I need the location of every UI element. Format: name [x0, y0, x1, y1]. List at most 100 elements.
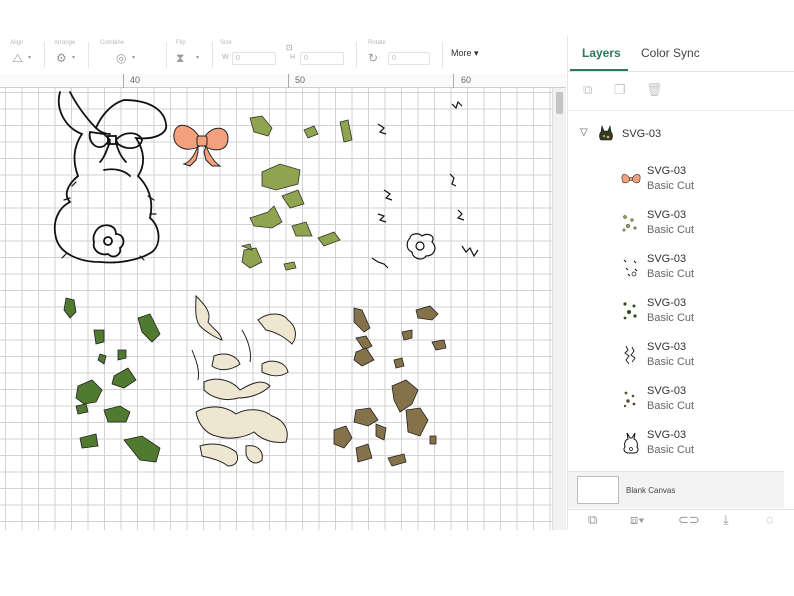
rotate-input[interactable]: 0 — [388, 52, 430, 65]
toolbar-divider — [166, 42, 167, 68]
layer-item[interactable]: SVG-03 Basic Cut — [568, 424, 794, 464]
canvas-grid[interactable] — [0, 88, 552, 530]
combine-icon: ◎ — [116, 51, 127, 65]
duplicate-icon[interactable]: ❐ — [614, 82, 626, 98]
toolbar-divider — [356, 42, 357, 68]
toolbar-divider — [212, 42, 213, 68]
scrollbar-thumb[interactable] — [556, 92, 563, 114]
flip-icon: ⧗ — [176, 51, 185, 65]
rotate-icon: ↻ — [368, 51, 379, 65]
layer-operation: Basic Cut — [647, 400, 695, 412]
toolbar-divider — [44, 42, 45, 68]
attach-icon[interactable]: ⊂⊃ — [678, 512, 700, 528]
blank-canvas-row[interactable]: Blank Canvas — [568, 471, 784, 508]
lock-icon[interactable]: ⊡ — [286, 42, 293, 54]
layer-name: SVG-03 — [647, 385, 687, 397]
layer-operation: Basic Cut — [647, 268, 695, 280]
blank-canvas-label: Blank Canvas — [626, 486, 676, 495]
canvas-artwork — [53, 91, 479, 467]
layer-item[interactable]: SVG-03 Basic Cut — [568, 160, 794, 200]
layer-group-svg-03[interactable]: ▽ SVG-03 — [568, 121, 794, 147]
ruler-tick — [453, 74, 454, 88]
green-spots-thumbnail — [622, 215, 637, 232]
brown-spots-thumbnail — [623, 391, 636, 408]
layer-name: SVG-03 — [647, 165, 687, 177]
group-name: SVG-03 — [622, 128, 662, 140]
crackle-layer[interactable] — [191, 294, 296, 467]
layer-item[interactable]: SVG-03 Basic Cut — [568, 292, 794, 332]
slice-icon[interactable]: ⧉ — [588, 512, 597, 528]
bow-layer[interactable] — [173, 124, 229, 167]
bunny-outline-thumbnail — [623, 432, 639, 454]
height-letter: H — [290, 54, 296, 61]
layer-operation: Basic Cut — [647, 180, 695, 192]
delete-icon[interactable]: 🗑 — [646, 82, 663, 98]
layers-panel: Layers Color Sync ⧉ ❐ 🗑 ▽ SVG-03 SVG-03 … — [567, 36, 794, 530]
tab-color-sync[interactable]: Color Sync — [641, 46, 700, 60]
horizontal-ruler: 40 50 60 — [0, 74, 566, 88]
width-letter: W — [222, 54, 229, 61]
layer-actions-bar: ⧉ ⧈▾ ⊂⊃ ⤓ ◌ — [568, 509, 794, 530]
layer-name: SVG-03 — [647, 429, 687, 441]
rotate-tool: Rotate ↻ 0 — [368, 36, 434, 74]
rotate-label: Rotate — [368, 40, 386, 46]
combine-label: Combine — [100, 40, 125, 46]
brown-spots-layer[interactable] — [333, 305, 447, 467]
layer-name: SVG-03 — [647, 297, 687, 309]
green-spots-layer[interactable] — [240, 115, 353, 271]
layer-item[interactable]: SVG-03 Basic Cut — [568, 248, 794, 288]
design-space: Align ⧍ ▾ Arrange ⚙ ▾ Combine ◎ ▾ Flip ⧗… — [0, 0, 794, 596]
align-tool[interactable]: Align ⧍ ▾ — [10, 36, 40, 74]
layer-name: SVG-03 — [647, 253, 687, 265]
chevron-down-icon: ▾ — [72, 55, 76, 61]
dark-spots-thumbnail — [623, 302, 637, 320]
flatten-icon[interactable]: ⤓ — [723, 512, 729, 528]
black-marks-layer[interactable] — [371, 100, 479, 269]
bow-thumbnail — [621, 173, 641, 184]
blank-canvas-swatch — [577, 476, 619, 504]
chevron-down-icon: ▾ — [196, 55, 200, 61]
panel-divider — [568, 110, 794, 111]
height-input[interactable]: 0 — [300, 52, 344, 65]
layer-operation: Basic Cut — [647, 356, 695, 368]
group-thumbnail — [599, 125, 613, 141]
toolbar-divider — [88, 42, 89, 68]
contour-icon[interactable]: ◌ — [766, 512, 774, 527]
dark-green-spots-layer[interactable] — [63, 297, 161, 463]
combine-icon[interactable]: ⧈▾ — [630, 512, 645, 528]
edit-toolbar: Align ⧍ ▾ Arrange ⚙ ▾ Combine ◎ ▾ Flip ⧗… — [0, 36, 566, 74]
combine-tool[interactable]: Combine ◎ ▾ — [100, 36, 156, 74]
layer-name: SVG-03 — [647, 209, 687, 221]
ruler-label: 50 — [295, 75, 306, 85]
flip-label: Flip — [176, 40, 186, 46]
layer-item[interactable]: SVG-03 Basic Cut — [568, 380, 794, 420]
ruler-tick — [123, 74, 124, 88]
chevron-down-icon: ▾ — [28, 55, 32, 61]
tab-layers[interactable]: Layers — [582, 46, 621, 60]
layer-item[interactable]: SVG-03 Basic Cut — [568, 204, 794, 244]
arrange-icon: ⚙ — [56, 51, 67, 65]
chevron-down-icon: ▾ — [132, 55, 136, 61]
layer-name: SVG-03 — [647, 341, 687, 353]
layer-operation: Basic Cut — [647, 224, 695, 236]
ruler-tick — [288, 74, 289, 88]
arrange-tool[interactable]: Arrange ⚙ ▾ — [54, 36, 84, 74]
chevron-down-icon[interactable]: ▽ — [580, 127, 588, 138]
layer-operation: Basic Cut — [647, 444, 695, 456]
crackle-thumbnail — [624, 345, 636, 365]
black-marks-thumbnail — [623, 259, 638, 277]
more-button[interactable]: More ▾ — [451, 48, 479, 59]
tab-divider — [568, 71, 794, 72]
size-label: Size — [220, 40, 232, 46]
canvas-scrollbar[interactable] — [552, 88, 566, 530]
size-tool: Size W 0 ⊡ H 0 — [220, 36, 356, 74]
flip-tool[interactable]: Flip ⧗ ▾ — [176, 36, 206, 74]
group-icon[interactable]: ⧉ — [583, 82, 592, 98]
align-icon: ⧍ — [12, 51, 24, 65]
bunny-outline-layer[interactable] — [53, 91, 167, 264]
width-input[interactable]: 0 — [232, 52, 276, 65]
ruler-label: 60 — [461, 75, 472, 85]
toolbar-divider — [442, 42, 443, 68]
layer-item[interactable]: SVG-03 Basic Cut — [568, 336, 794, 376]
ruler-label: 40 — [130, 75, 141, 85]
